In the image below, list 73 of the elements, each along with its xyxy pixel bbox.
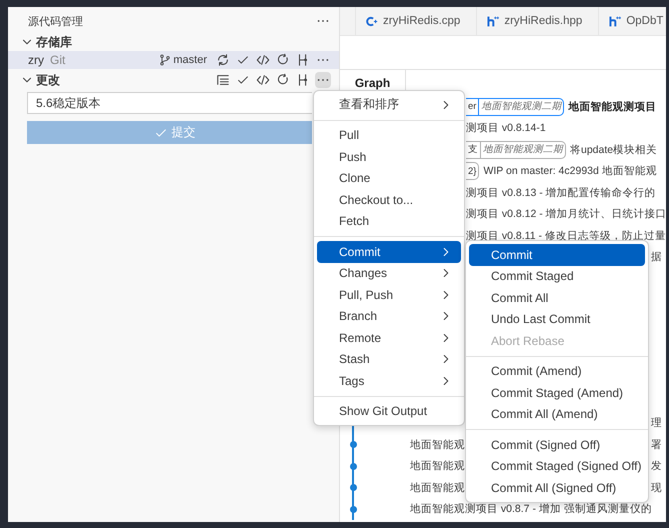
graph-icon bbox=[296, 73, 310, 87]
menu-item[interactable]: Checkout to... bbox=[317, 189, 461, 210]
commit-message: 测项目 v0.8.14-1 bbox=[466, 121, 546, 136]
menu-item[interactable]: Tags bbox=[317, 370, 461, 392]
menu-item[interactable]: Commit All (Amend) bbox=[469, 404, 645, 425]
cpp-file-icon bbox=[365, 14, 378, 28]
editor-tab[interactable]: OpDbT bbox=[599, 7, 666, 35]
commit-message: 理 bbox=[650, 416, 663, 430]
menu-item[interactable]: Pull, Push bbox=[317, 284, 461, 306]
menu-item[interactable]: Branch bbox=[317, 306, 461, 327]
refresh-icon bbox=[276, 53, 290, 67]
menu-item[interactable]: Stash bbox=[317, 348, 461, 370]
commit-dot bbox=[350, 484, 356, 492]
menu-item[interactable]: Undo Last Commit bbox=[469, 308, 645, 330]
commit-dot bbox=[350, 441, 356, 448]
branch-tag: er 地面智能观测二期 bbox=[466, 98, 564, 116]
list-icon bbox=[216, 73, 230, 87]
menu-item[interactable]: Pull bbox=[317, 124, 461, 146]
menu-item[interactable]: Fetch bbox=[317, 210, 461, 232]
menu-item[interactable]: Commit All (Signed Off) bbox=[469, 477, 645, 498]
commit-dot bbox=[350, 506, 356, 513]
header-file-icon bbox=[608, 14, 622, 28]
commit-message: 署 bbox=[650, 438, 663, 452]
branch-button[interactable]: master bbox=[159, 54, 207, 66]
commit-message: 地面智能观 bbox=[409, 480, 465, 495]
list-button[interactable] bbox=[215, 72, 231, 88]
refresh-icon bbox=[276, 73, 290, 87]
commit-message: 测项目 v0.8.12 - 增加月统计、日统计接口 bbox=[466, 207, 666, 222]
sync-button[interactable] bbox=[215, 52, 231, 68]
panel-title: 源代码管理 bbox=[28, 14, 83, 28]
commit-message: 将update模块相关 bbox=[570, 142, 658, 157]
commit-dot bbox=[350, 462, 356, 470]
code-icon bbox=[256, 73, 270, 87]
menu-item[interactable]: Commit Staged (Amend) bbox=[469, 382, 645, 404]
menu-item[interactable]: Show Git Output bbox=[317, 400, 461, 422]
menu-item[interactable]: Remote bbox=[317, 327, 461, 348]
sync-icon bbox=[216, 53, 230, 67]
repository-name: zry bbox=[28, 53, 44, 67]
menu-item[interactable]: Clone bbox=[317, 168, 461, 189]
code-button[interactable] bbox=[255, 52, 271, 68]
editor-tab[interactable]: zryHiRedis.hpp bbox=[477, 7, 600, 35]
code-icon bbox=[256, 53, 270, 67]
menu-item[interactable]: Commit Staged (Signed Off) bbox=[469, 456, 645, 477]
commit-message: 据 bbox=[650, 250, 663, 264]
menu-item[interactable]: Changes bbox=[317, 262, 461, 284]
branch-icon bbox=[159, 54, 172, 66]
commit-message: WIP on master: 4c2993d 地面智能观 bbox=[483, 164, 657, 178]
menu-item[interactable]: Commit bbox=[469, 244, 645, 266]
section-heading: 存储库 bbox=[36, 34, 72, 50]
menu-item[interactable]: Commit All bbox=[469, 287, 645, 308]
menu-item[interactable]: 查看和排序 bbox=[317, 94, 461, 116]
commit-message: 发 bbox=[650, 459, 663, 474]
commit-message: 地面智能观测项目 v0.8.7 - 增加 强制通风测量仪的 bbox=[409, 502, 652, 516]
commit-message: 地面智能观 bbox=[409, 438, 465, 452]
code-button[interactable] bbox=[255, 72, 271, 88]
commit-message: 地面智能观测项目 bbox=[568, 100, 656, 114]
section-heading: 更改 bbox=[36, 72, 60, 88]
branch-tag: 2} bbox=[466, 162, 480, 180]
graph-icon bbox=[296, 53, 310, 67]
repository-provider: Git bbox=[50, 53, 66, 67]
header-file-icon bbox=[486, 14, 500, 28]
repository-row[interactable]: zry Git master bbox=[8, 51, 339, 69]
commit-message: 地面智能观 bbox=[409, 459, 465, 474]
menu-item[interactable]: Commit Staged bbox=[469, 266, 645, 287]
menu-item[interactable]: Commit bbox=[317, 241, 461, 262]
menu-item[interactable]: Commit (Signed Off) bbox=[469, 434, 645, 456]
menu-item[interactable]: Commit (Amend) bbox=[469, 360, 645, 382]
branch-tag: 支 地面智能观测二期 bbox=[466, 140, 566, 159]
menu-item[interactable]: Push bbox=[317, 146, 461, 168]
commit-message: 现 bbox=[650, 480, 663, 495]
editor-tab[interactable]: zryHiRedis.cpp bbox=[356, 7, 478, 35]
commit-message: 测项目 v0.8.13 - 增加配置传输命令行的 bbox=[466, 186, 656, 200]
commit-message-field[interactable]: 5.6稳定版本 bbox=[27, 92, 312, 114]
